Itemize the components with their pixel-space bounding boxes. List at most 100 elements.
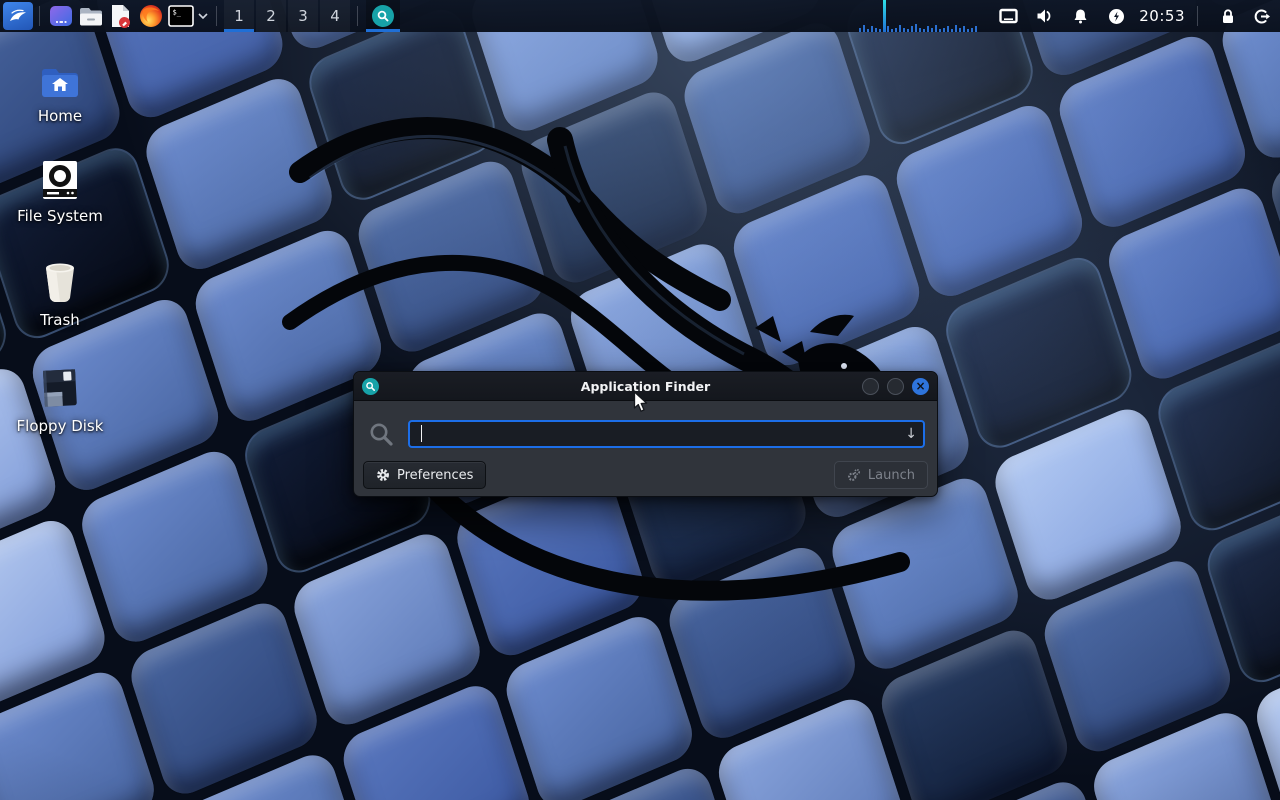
cpu-graph-bar xyxy=(903,28,905,32)
panel-separator xyxy=(216,6,217,26)
cpu-graph-bar xyxy=(871,26,873,32)
cpu-graph-bar xyxy=(951,29,953,32)
titlebar[interactable]: Application Finder × xyxy=(354,372,937,401)
svg-text:$_: $_ xyxy=(173,9,182,17)
launcher-file-manager[interactable] xyxy=(76,1,106,31)
lock-screen-button[interactable] xyxy=(1218,0,1238,32)
launcher-text-editor[interactable] xyxy=(106,1,136,31)
cpu-graph-bar xyxy=(935,25,937,32)
cpu-graph-bar xyxy=(915,24,917,32)
firefox-icon xyxy=(138,3,164,29)
cpu-graph-bar xyxy=(911,26,913,32)
cpu-graph-bar xyxy=(959,28,961,32)
cpu-graph-bar xyxy=(931,28,933,32)
application-finder-window: Application Finder × ↓ xyxy=(353,371,938,497)
app-drawer-icon xyxy=(48,3,74,29)
text-caret xyxy=(421,425,422,442)
workspace-label: 2 xyxy=(266,7,276,25)
display-settings-tray[interactable] xyxy=(997,0,1019,32)
log-out-button[interactable] xyxy=(1252,0,1272,32)
lock-icon xyxy=(1220,8,1236,25)
top-panel: $_ 1 2 3 4 xyxy=(0,0,1280,32)
launch-button[interactable]: Launch xyxy=(834,461,928,489)
search-input[interactable] xyxy=(408,420,925,448)
workspace-label: 1 xyxy=(234,7,244,25)
text-editor-icon xyxy=(110,3,132,29)
cpu-graph-bar xyxy=(963,26,965,32)
bell-icon xyxy=(1072,8,1089,25)
workspace-button-4[interactable]: 4 xyxy=(320,0,350,32)
cpu-graph-bar xyxy=(947,26,949,32)
cpu-graph-bar xyxy=(891,29,893,32)
launch-gears-icon xyxy=(847,468,861,482)
log-out-icon xyxy=(1253,8,1271,25)
terminal-dropdown-chevron[interactable] xyxy=(196,1,210,31)
desktop-icon-trash[interactable]: Trash xyxy=(8,262,112,329)
maximize-button[interactable] xyxy=(887,378,904,395)
workspace-button-1[interactable]: 1 xyxy=(224,0,254,32)
kali-logo-icon xyxy=(7,6,29,26)
cpu-graph-bar xyxy=(863,25,865,32)
cpu-graph-bar xyxy=(971,28,973,32)
launcher-firefox[interactable] xyxy=(136,1,166,31)
panel-separator xyxy=(39,6,40,26)
cpu-graph-bar xyxy=(927,26,929,32)
cpu-graph-bar xyxy=(887,26,889,32)
minimize-button[interactable] xyxy=(862,378,879,395)
kali-menu-button[interactable] xyxy=(3,2,33,30)
cpu-graph-bar xyxy=(875,28,877,32)
desktop-icon-floppy-disk[interactable]: Floppy Disk xyxy=(8,368,112,435)
panel-separator xyxy=(357,6,358,26)
search-icon xyxy=(368,421,395,448)
notifications-tray[interactable] xyxy=(1069,0,1091,32)
cpu-graph-bar xyxy=(919,28,921,32)
cpu-graph-bar xyxy=(939,29,941,32)
cpu-graph-bar xyxy=(899,25,901,32)
display-icon xyxy=(999,8,1018,25)
launcher-terminal[interactable]: $_ xyxy=(166,1,196,31)
application-finder-icon xyxy=(372,5,394,27)
gear-icon xyxy=(376,468,390,482)
workspace-button-3[interactable]: 3 xyxy=(288,0,318,32)
workspace-label: 4 xyxy=(330,7,340,25)
launch-label: Launch xyxy=(868,468,915,483)
cpu-graph-monitor[interactable] xyxy=(857,0,983,32)
terminal-icon: $_ xyxy=(168,5,194,27)
cpu-graph-bar xyxy=(907,29,909,32)
cpu-graph-bar xyxy=(943,28,945,32)
cpu-graph-bar xyxy=(895,28,897,32)
desktop-icon-label: Floppy Disk xyxy=(17,417,104,435)
desktop-icon-label: Home xyxy=(38,107,82,125)
history-dropdown-arrow[interactable]: ↓ xyxy=(905,420,917,448)
cpu-graph-bar xyxy=(923,29,925,32)
home-folder-icon xyxy=(39,58,81,100)
preferences-button[interactable]: Preferences xyxy=(363,461,486,489)
preferences-label: Preferences xyxy=(397,468,473,483)
cpu-graph-bar xyxy=(879,29,881,32)
clock[interactable]: 20:53 xyxy=(1139,7,1185,25)
volume-tray[interactable] xyxy=(1033,0,1055,32)
desktop-icon-home[interactable]: Home xyxy=(8,58,112,125)
workspace-button-2[interactable]: 2 xyxy=(256,0,286,32)
file-manager-icon xyxy=(78,4,104,28)
power-bolt-icon xyxy=(1108,8,1125,25)
window-icon-application-finder xyxy=(362,378,379,395)
launcher-app-drawer[interactable] xyxy=(46,1,76,31)
volume-icon xyxy=(1036,8,1053,24)
chevron-down-icon xyxy=(198,12,208,20)
cpu-graph-bar xyxy=(955,25,957,32)
cpu-graph-accent-bar xyxy=(883,0,886,32)
trash-bin-icon xyxy=(42,262,78,304)
floppy-disk-icon xyxy=(40,368,80,410)
desktop-icon-file-system[interactable]: File System xyxy=(8,158,112,225)
window-title: Application Finder xyxy=(354,379,937,394)
power-manager-tray[interactable] xyxy=(1105,0,1127,32)
workspace-label: 3 xyxy=(298,7,308,25)
taskbar-application-finder[interactable] xyxy=(366,0,400,32)
desktop-icon-label: Trash xyxy=(40,311,80,329)
cpu-graph-bar xyxy=(867,29,869,32)
panel-separator xyxy=(1197,6,1198,26)
cpu-graph-bar xyxy=(859,28,861,32)
close-button[interactable]: × xyxy=(912,378,929,395)
cpu-graph-bar xyxy=(967,29,969,32)
